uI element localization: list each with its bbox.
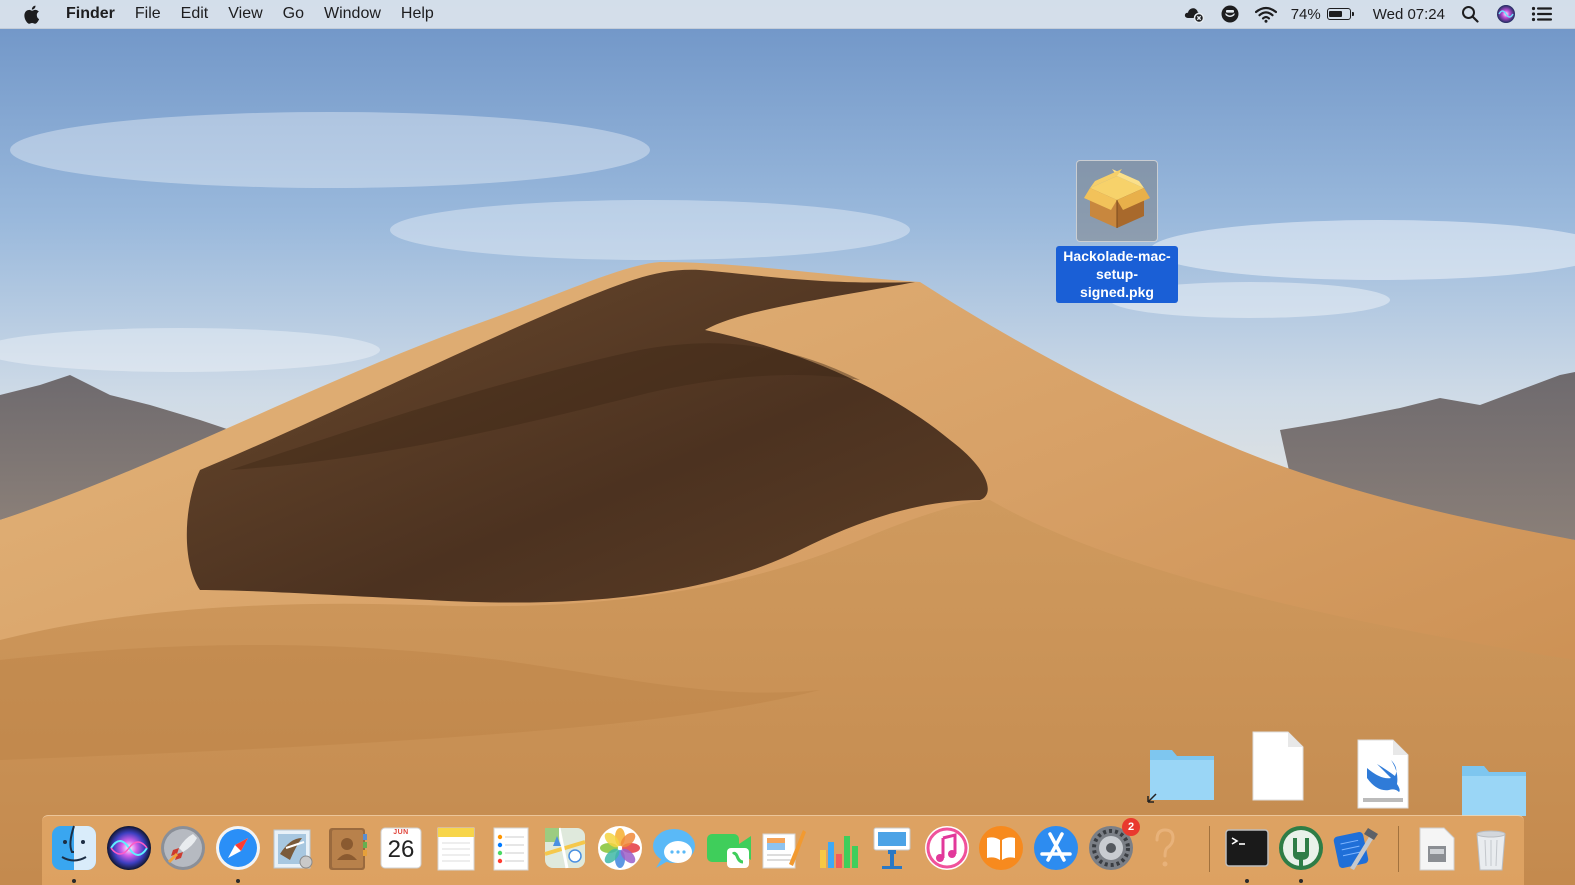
creative-cloud-icon[interactable] xyxy=(1183,3,1205,25)
dock-terminal-icon[interactable] xyxy=(1223,824,1271,872)
dock-running-indicator xyxy=(72,879,76,883)
dock-trash-icon[interactable] xyxy=(1467,824,1515,872)
desktop-blank-document[interactable] xyxy=(1250,730,1306,802)
dock-running-indicator xyxy=(1299,879,1303,883)
notification-badge: 2 xyxy=(1122,818,1140,836)
dock-separator xyxy=(1209,826,1210,872)
desktop-swift-playground[interactable] xyxy=(1355,738,1411,810)
dock-keynote-icon[interactable] xyxy=(868,824,916,872)
dock-numbers-icon[interactable] xyxy=(814,824,862,872)
wifi-icon[interactable] xyxy=(1254,3,1277,25)
dock-itunes-icon[interactable] xyxy=(923,824,971,872)
dock-siri-icon[interactable] xyxy=(105,824,153,872)
dock-safari-icon[interactable] xyxy=(214,824,262,872)
dock-running-indicator xyxy=(236,879,240,883)
battery-icon xyxy=(1326,8,1354,20)
dock-system-preferences-icon[interactable]: 2 xyxy=(1087,818,1140,872)
menu-view[interactable]: View xyxy=(218,0,272,28)
desktop-folder[interactable] xyxy=(1458,760,1530,818)
desktop[interactable]: Finder File Edit View Go Window Help 74%… xyxy=(0,0,1575,885)
dock-books-icon[interactable] xyxy=(977,824,1025,872)
dock-mail-icon[interactable] xyxy=(268,824,316,872)
dock-pages-icon[interactable] xyxy=(759,824,807,872)
dock-calendar-icon[interactable]: JUN 26 xyxy=(377,824,425,872)
file-name-label[interactable]: Hackolade-mac- setup-signed.pkg xyxy=(1056,246,1178,303)
desktop-folder-alias[interactable] xyxy=(1146,742,1218,804)
desktop-file-pkg[interactable]: Hackolade-mac- setup-signed.pkg xyxy=(1050,160,1184,303)
battery-level-fill xyxy=(1329,10,1343,17)
menu-app-finder[interactable]: Finder xyxy=(60,0,125,28)
menu-file[interactable]: File xyxy=(125,0,171,28)
dock-photos-icon[interactable] xyxy=(596,824,644,872)
dock-downloads-stack-icon[interactable] xyxy=(1412,824,1460,872)
dock-maps-icon[interactable] xyxy=(541,824,589,872)
package-installer-icon[interactable] xyxy=(1076,160,1158,242)
folder-icon xyxy=(1462,766,1526,816)
menu-edit[interactable]: Edit xyxy=(171,0,219,28)
dock-hackolade-icon[interactable] xyxy=(1277,824,1325,872)
calendar-day-label: 26 xyxy=(387,836,415,863)
folder-icon xyxy=(1147,750,1214,803)
menu-bar: Finder File Edit View Go Window Help 74%… xyxy=(0,0,1575,29)
dock-notes-icon[interactable] xyxy=(432,824,480,872)
dock-facetime-icon[interactable] xyxy=(705,824,753,872)
battery-status[interactable]: 74% xyxy=(1290,5,1354,23)
file-name-line-1: Hackolade-mac- xyxy=(1063,248,1171,264)
menubar-status-icon[interactable] xyxy=(1219,3,1241,25)
menu-help[interactable]: Help xyxy=(391,0,444,28)
dock-help-question-icon[interactable] xyxy=(1141,824,1189,872)
swift-playground-icon xyxy=(1357,739,1409,809)
dock: JUN 26 2 xyxy=(42,815,1524,885)
spotlight-search-icon[interactable] xyxy=(1459,3,1481,25)
menu-go[interactable]: Go xyxy=(273,0,314,28)
dock-reminders-icon[interactable] xyxy=(486,824,534,872)
file-name-line-2: setup-signed.pkg xyxy=(1080,266,1154,300)
dock-separator xyxy=(1398,826,1399,872)
dock-messages-icon[interactable] xyxy=(650,824,698,872)
notification-center-icon[interactable] xyxy=(1531,3,1553,25)
document-icon xyxy=(1252,731,1304,801)
dock-running-indicator xyxy=(1245,879,1249,883)
siri-icon[interactable] xyxy=(1495,3,1517,25)
dock-app-store-icon[interactable] xyxy=(1032,824,1080,872)
dock-finder-icon[interactable] xyxy=(50,824,98,872)
battery-percentage: 74% xyxy=(1290,5,1321,23)
dock-xcode-icon[interactable] xyxy=(1332,824,1380,872)
menubar-clock[interactable]: Wed 07:24 xyxy=(1373,6,1445,23)
dock-launchpad-icon[interactable] xyxy=(159,824,207,872)
dock-contacts-icon[interactable] xyxy=(323,824,371,872)
calendar-month-label: JUN xyxy=(393,829,409,836)
apple-menu-icon[interactable] xyxy=(22,4,40,24)
menu-window[interactable]: Window xyxy=(314,0,391,28)
desktop-wallpaper xyxy=(0,0,1575,885)
